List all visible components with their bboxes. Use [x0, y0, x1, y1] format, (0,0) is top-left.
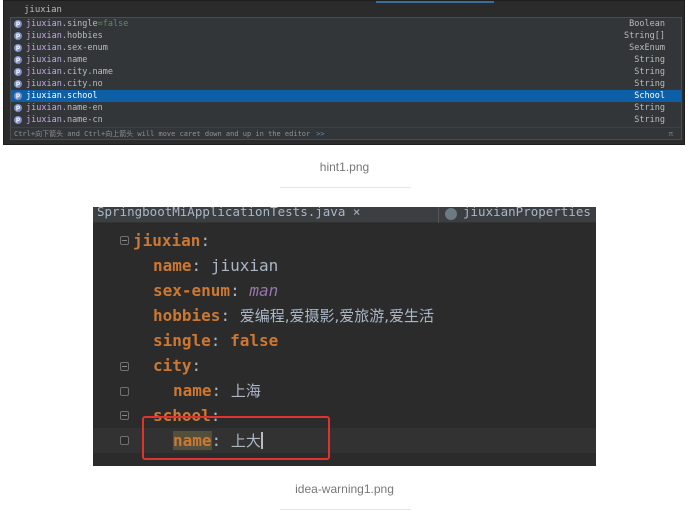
item-name: .school: [61, 91, 98, 101]
yaml-colon: :: [191, 256, 202, 275]
item-prefix: jiuxian: [26, 91, 62, 101]
yaml-key: name: [173, 381, 212, 400]
yaml-key: single: [153, 331, 211, 350]
code-line-2[interactable]: name: jiuxian: [153, 253, 278, 278]
completion-item-sex-enum[interactable]: p jiuxian.sex-enum SexEnum: [11, 42, 681, 54]
pi-icon[interactable]: π: [669, 128, 673, 140]
tab-indicator: [376, 1, 494, 3]
completion-item-single[interactable]: p jiuxian.single=false Boolean: [11, 18, 681, 30]
item-prefix: jiuxian: [26, 79, 62, 89]
yaml-key: jiuxian: [133, 231, 201, 250]
fold-marker-icon[interactable]: [120, 411, 129, 420]
file-icon: [445, 208, 457, 220]
property-icon: p: [14, 44, 22, 52]
item-type: String[]: [624, 31, 665, 41]
code-line-7[interactable]: name: 上海: [173, 378, 261, 403]
yaml-colon: :: [200, 231, 211, 250]
fold-marker-icon[interactable]: [120, 362, 129, 371]
tab-jiuxian-properties[interactable]: jiuxianProperties: [463, 207, 596, 223]
yaml-value: 爱编程,爱摄影,爱旅游,爱生活: [239, 307, 435, 325]
yaml-enum-value: man: [249, 281, 279, 300]
footer-hint: Ctrl+向下箭头 and Ctrl+向上箭头 will move caret …: [14, 130, 311, 138]
item-type: String: [634, 55, 665, 65]
item-name: .name-en: [61, 103, 103, 113]
item-name: .hobbies: [61, 31, 103, 41]
code-line-4[interactable]: hobbies: 爱编程,爱摄影,爱旅游,爱生活: [153, 303, 434, 328]
property-icon: p: [14, 56, 22, 64]
caption-idea-warning1: idea-warning1.png: [295, 482, 394, 496]
item-type: String: [634, 79, 665, 89]
completion-query-text: jiuxian: [24, 5, 62, 15]
completion-item-name-cn[interactable]: p jiuxian.name-cn String: [11, 114, 681, 126]
fold-end-icon[interactable]: [120, 436, 129, 445]
item-type: String: [634, 115, 665, 125]
fold-marker-icon[interactable]: [120, 236, 129, 245]
tab-separator: [438, 207, 439, 223]
item-type: Boolean: [629, 19, 665, 29]
property-icon: p: [14, 116, 22, 124]
property-icon: p: [14, 32, 22, 40]
property-icon: p: [14, 104, 22, 112]
yaml-value: jiuxian: [210, 256, 279, 275]
property-icon: p: [14, 92, 22, 100]
item-name: .sex-enum: [61, 43, 108, 53]
yaml-key: name: [153, 256, 192, 275]
code-line-1[interactable]: jiuxian:: [133, 228, 210, 253]
completion-item-name-en[interactable]: p jiuxian.name-en String: [11, 102, 681, 114]
item-prefix: jiuxian: [26, 115, 62, 125]
item-prefix: jiuxian: [26, 43, 62, 53]
tab-springboot-tests[interactable]: SpringbootMiApplicationTests.java ×: [97, 207, 432, 223]
yaml-colon: :: [210, 331, 221, 350]
editor-screenshot: SpringbootMiApplicationTests.java × jiux…: [93, 207, 596, 466]
yaml-colon: :: [220, 306, 231, 325]
property-icon: p: [14, 80, 22, 88]
yaml-colon: :: [211, 381, 222, 400]
yaml-colon: :: [191, 356, 202, 375]
item-prefix: jiuxian: [26, 31, 62, 41]
item-type: String: [634, 103, 665, 113]
item-name: .city.name: [61, 67, 114, 77]
completion-item-school[interactable]: p jiuxian.school School: [11, 90, 681, 102]
item-name: .name: [61, 55, 88, 65]
editor-tab-bar: SpringbootMiApplicationTests.java × jiux…: [93, 207, 596, 223]
yaml-value: 上海: [230, 382, 261, 400]
completion-item-hobbies[interactable]: p jiuxian.hobbies String[]: [11, 30, 681, 42]
caption-divider: [280, 187, 411, 188]
item-default: =false: [97, 19, 129, 29]
item-prefix: jiuxian: [26, 55, 62, 65]
item-prefix: jiuxian: [26, 67, 62, 77]
yaml-key: sex-enum: [153, 281, 231, 300]
completion-screenshot: jiuxian p jiuxian.single=false Boolean p…: [3, 0, 685, 145]
yaml-colon: :: [230, 281, 240, 300]
property-icon: p: [14, 68, 22, 76]
completion-popup: p jiuxian.single=false Boolean p jiuxian…: [10, 17, 682, 140]
item-name: .single: [61, 19, 98, 29]
item-prefix: jiuxian: [26, 103, 62, 113]
caption-hint1: hint1.png: [319, 160, 370, 174]
caption-divider: [280, 509, 411, 510]
code-line-6[interactable]: city:: [153, 353, 201, 378]
item-type: School: [634, 91, 665, 101]
code-line-5[interactable]: single: false: [153, 328, 278, 353]
fold-end-icon[interactable]: [120, 387, 129, 396]
yaml-key: city: [153, 356, 192, 375]
footer-more-link[interactable]: >>: [316, 130, 324, 138]
item-prefix: jiuxian: [26, 19, 62, 29]
yaml-bool-value: false: [230, 331, 279, 350]
completion-item-city-no[interactable]: p jiuxian.city.no String: [11, 78, 681, 90]
property-icon: p: [14, 20, 22, 28]
completion-item-name[interactable]: p jiuxian.name String: [11, 54, 681, 66]
item-name: .name-cn: [61, 115, 103, 125]
completion-footer: Ctrl+向下箭头 and Ctrl+向上箭头 will move caret …: [11, 127, 681, 139]
yaml-key: hobbies: [153, 306, 221, 325]
item-type: SexEnum: [629, 43, 665, 53]
item-type: String: [634, 67, 665, 77]
warning-highlight-box: [142, 416, 330, 460]
completion-item-city-name[interactable]: p jiuxian.city.name String: [11, 66, 681, 78]
item-name: .city.no: [61, 79, 103, 89]
code-line-3[interactable]: sex-enum: man: [153, 278, 278, 303]
